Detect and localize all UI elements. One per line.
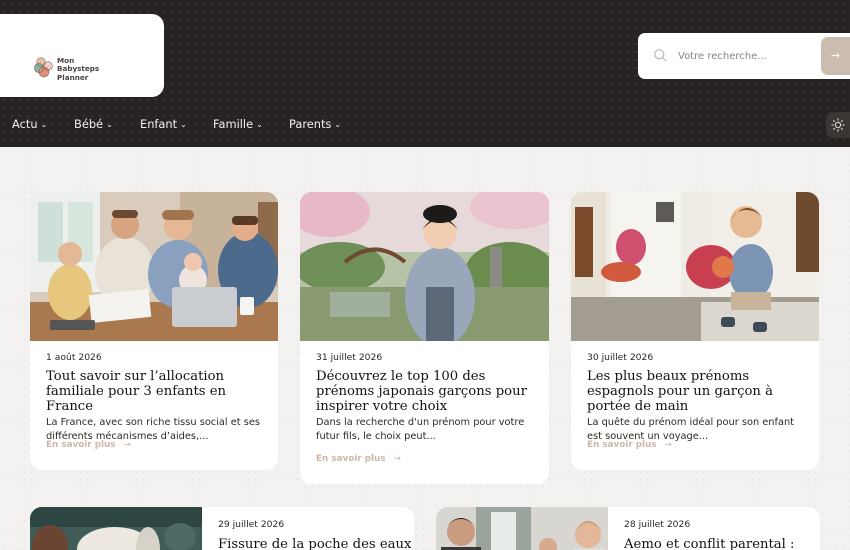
card-title[interactable]: Découvrez le top 100 des prénoms japonai… (316, 369, 535, 414)
nav-item-bebe[interactable]: Bébé ⌄ (74, 112, 113, 137)
card-body: 30 juillet 2026 Les plus beaux prénoms e… (587, 352, 805, 443)
sun-icon (831, 118, 845, 132)
card-excerpt: Dans la recherche d'un prénom pour votre… (316, 417, 525, 442)
read-more-label: En savoir plus (587, 440, 657, 450)
card-title[interactable]: Aemo et conflit parental : (624, 537, 810, 550)
card-date: 31 juillet 2026 (316, 352, 383, 363)
arrow-right-icon: → (664, 440, 672, 450)
nav-item-label: Bébé (74, 117, 104, 131)
card-body: 31 juillet 2026 Découvrez le top 100 des… (316, 352, 535, 443)
card-excerpt: La France, avec son riche tissu social e… (46, 417, 260, 442)
nav-item-label: Actu (12, 117, 38, 131)
card-body: 1 août 2026 Tout savoir sur l’allocation… (46, 352, 264, 443)
read-more-link[interactable]: En savoir plus → (587, 440, 672, 450)
card-date: 28 juillet 2026 (624, 519, 691, 530)
search-form: → (638, 33, 850, 79)
parents-conflict-photo (436, 507, 608, 550)
arrow-right-icon: → (830, 49, 841, 62)
card-title[interactable]: Les plus beaux prénoms espagnols pour un… (587, 369, 805, 414)
search-submit-button[interactable]: → (821, 37, 850, 75)
card-body: 29 juillet 2026 Fissure de la poche des … (218, 519, 414, 550)
boy-in-spanish-street-photo (571, 192, 819, 341)
article-card[interactable]: 30 juillet 2026 Les plus beaux prénoms e… (571, 192, 819, 470)
read-more-link[interactable]: En savoir plus → (46, 440, 131, 450)
card-body: 28 juillet 2026 Aemo et conflit parental… (624, 519, 810, 550)
logo-link[interactable]: Mon Babysteps Planner (0, 14, 164, 97)
article-card[interactable]: 31 juillet 2026 Découvrez le top 100 des… (300, 192, 549, 484)
chevron-down-icon: ⌄ (334, 120, 342, 129)
logo-line: Planner (57, 72, 89, 82)
card-date: 29 juillet 2026 (218, 519, 285, 530)
boy-in-kimono-garden-photo (300, 192, 549, 341)
card-date: 30 juillet 2026 (587, 352, 654, 363)
chevron-down-icon: ⌄ (180, 120, 187, 129)
search-input[interactable] (678, 45, 818, 67)
card-date: 1 août 2026 (46, 352, 102, 363)
nav-item-actu[interactable]: Actu ⌄ (12, 112, 47, 137)
logo-text: Mon Babysteps Planner (57, 56, 127, 82)
article-card-horizontal[interactable]: 29 juillet 2026 Fissure de la poche des … (30, 507, 414, 550)
nav-item-label: Famille (213, 117, 254, 131)
arrow-right-icon: → (393, 454, 401, 464)
card-title[interactable]: Fissure de la poche des eaux : (218, 537, 414, 550)
card-title[interactable]: Tout savoir sur l’allocation familiale p… (46, 369, 264, 414)
family-with-documents-photo (30, 192, 278, 341)
chevron-down-icon: ⌄ (40, 120, 48, 129)
article-card-horizontal[interactable]: 28 juillet 2026 Aemo et conflit parental… (436, 507, 820, 550)
nav-item-famille[interactable]: Famille ⌄ (213, 112, 263, 137)
read-more-label: En savoir plus (316, 454, 386, 464)
chevron-down-icon: ⌄ (106, 120, 113, 129)
read-more-label: En savoir plus (46, 440, 116, 450)
nav-item-label: Parents (289, 117, 332, 131)
site-header: Mon Babysteps Planner → Actu⌄ Bébé⌄ Enfa… (0, 0, 850, 147)
arrow-right-icon: → (123, 440, 131, 450)
article-grid: 1 août 2026 Tout savoir sur l’allocation… (0, 147, 850, 550)
paper-roll-photo (30, 507, 202, 550)
nav-item-parents[interactable]: Parents ⌄ (289, 112, 341, 137)
card-excerpt: La quête du prénom idéal pour son enfant… (587, 417, 795, 442)
search-icon (654, 49, 667, 62)
read-more-link[interactable]: En savoir plus → (316, 454, 401, 464)
chevron-down-icon: ⌄ (256, 120, 263, 129)
nav-item-label: Enfant (140, 117, 178, 131)
nav-item-enfant[interactable]: Enfant ⌄ (140, 112, 187, 137)
theme-toggle-button[interactable] (826, 112, 850, 138)
article-card[interactable]: 1 août 2026 Tout savoir sur l’allocation… (30, 192, 278, 470)
logo-icon (34, 57, 53, 78)
